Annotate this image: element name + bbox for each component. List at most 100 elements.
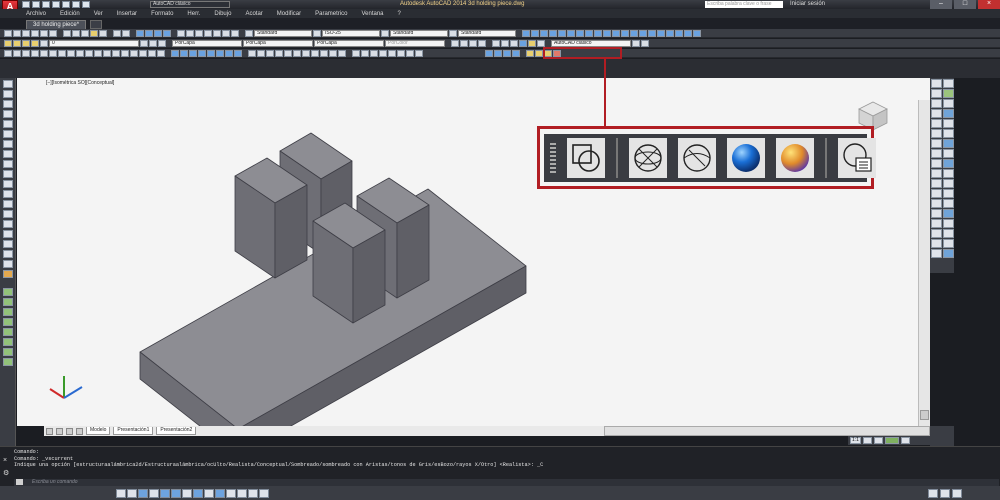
ortho-mode-icon[interactable]: [149, 488, 159, 498]
render-presets-icon[interactable]: [535, 49, 543, 57]
menu-formato[interactable]: Formato: [151, 11, 173, 17]
3d-wireframe-icon[interactable]: [629, 138, 667, 178]
loft-icon[interactable]: [630, 29, 638, 37]
offset-icon[interactable]: [2, 318, 13, 326]
sheet-set-icon[interactable]: [204, 29, 212, 37]
union-icon[interactable]: [639, 29, 647, 37]
zoom-window-icon[interactable]: [154, 29, 162, 37]
point-icon[interactable]: [2, 210, 13, 218]
revcloud-icon[interactable]: [2, 150, 13, 158]
mirror-icon[interactable]: [931, 89, 942, 98]
move3d-icon[interactable]: [666, 29, 674, 37]
workspace-settings-icon[interactable]: [632, 39, 640, 47]
cylinder-icon[interactable]: [549, 29, 557, 37]
save-icon[interactable]: [42, 1, 50, 8]
dim-arc-icon[interactable]: [931, 229, 942, 238]
new-icon[interactable]: [4, 29, 12, 37]
circle-icon[interactable]: [49, 49, 57, 57]
realistic-icon[interactable]: [727, 138, 765, 178]
spline-icon[interactable]: [2, 160, 13, 168]
fly-icon[interactable]: [225, 49, 233, 57]
rectangle-icon[interactable]: [31, 49, 39, 57]
menu-dibujo[interactable]: Dibujo: [214, 11, 231, 17]
align3d-icon[interactable]: [684, 29, 692, 37]
command-input[interactable]: Escriba un comando: [14, 479, 999, 486]
view-top-icon[interactable]: [248, 49, 256, 57]
add-selected-icon[interactable]: [2, 270, 13, 278]
insert-block-icon[interactable]: [2, 190, 13, 198]
mtext-icon[interactable]: [157, 49, 165, 57]
line-icon[interactable]: [2, 80, 13, 88]
dim-aligned-icon[interactable]: [943, 219, 954, 228]
arc-icon[interactable]: [2, 130, 13, 138]
selection-cycling-icon[interactable]: [259, 488, 269, 498]
ellipse-icon[interactable]: [76, 49, 84, 57]
maximize-icon[interactable]: □: [954, 0, 976, 9]
array-icon[interactable]: [2, 328, 13, 336]
offset-icon[interactable]: [943, 89, 954, 98]
menu-modificar[interactable]: Modificar: [277, 11, 301, 17]
adjust-distance-icon[interactable]: [198, 49, 206, 57]
revolve-icon[interactable]: [621, 29, 629, 37]
gradient-icon[interactable]: [130, 49, 138, 57]
osnap-endpoint-icon[interactable]: [931, 159, 942, 168]
osnap-nearest-icon[interactable]: [943, 199, 954, 208]
open-icon[interactable]: [32, 1, 40, 8]
view-back-icon[interactable]: [293, 49, 301, 57]
zoom-previous-icon[interactable]: [163, 29, 171, 37]
menu-archivo[interactable]: Archivo: [26, 11, 46, 17]
new-tab-button[interactable]: [90, 20, 103, 29]
cone-icon[interactable]: [558, 29, 566, 37]
rotate-icon[interactable]: [931, 109, 942, 118]
menu-ventana[interactable]: Ventana: [361, 11, 383, 17]
materials-icon[interactable]: [503, 49, 511, 57]
undo-icon[interactable]: [113, 29, 121, 37]
layer-bulb-icon[interactable]: [22, 39, 30, 47]
menu-insertar[interactable]: Insertar: [117, 11, 137, 17]
lights-icon[interactable]: [494, 49, 502, 57]
make-block-icon[interactable]: [2, 200, 13, 208]
auto-scale-icon[interactable]: [873, 437, 883, 444]
array3d-icon[interactable]: [693, 29, 701, 37]
polyline-icon[interactable]: [2, 100, 13, 108]
osnap-node-icon[interactable]: [931, 199, 942, 208]
calculator-icon[interactable]: [222, 29, 230, 37]
fillet-icon[interactable]: [931, 149, 942, 158]
save-as-icon[interactable]: [52, 1, 60, 8]
copy-icon[interactable]: [943, 79, 954, 88]
signin-button[interactable]: Iniciar sesión: [790, 0, 825, 9]
swivel-icon[interactable]: [207, 49, 215, 57]
new-icon[interactable]: [22, 1, 30, 8]
model-space-icon[interactable]: [928, 489, 938, 498]
chamfer-icon[interactable]: [943, 139, 954, 148]
explode-icon[interactable]: [943, 149, 954, 158]
cut-icon[interactable]: [63, 29, 71, 37]
quick-view-icon[interactable]: [940, 489, 950, 498]
ucs-world-icon[interactable]: [460, 39, 468, 47]
menu-help[interactable]: ?: [398, 11, 401, 17]
extrude-icon[interactable]: [594, 29, 602, 37]
polyline-icon[interactable]: [13, 49, 21, 57]
block-editor-icon[interactable]: [99, 29, 107, 37]
workspace-switch-icon[interactable]: [884, 437, 899, 444]
object-snap-icon[interactable]: [171, 488, 181, 498]
layer-lock-icon[interactable]: [40, 39, 48, 47]
prev-layout-icon[interactable]: [56, 427, 63, 435]
region-icon[interactable]: [139, 49, 147, 57]
first-layout-icon[interactable]: [46, 427, 53, 435]
array-icon[interactable]: [931, 99, 942, 108]
workspace-select[interactable]: AutoCAD clásico: [150, 1, 230, 8]
layer-select[interactable]: 0: [49, 39, 139, 47]
inquiry-area-icon[interactable]: [361, 49, 369, 57]
grid-display-icon[interactable]: [138, 488, 148, 498]
infer-constraints-icon[interactable]: [116, 488, 126, 498]
quick-select-icon[interactable]: [415, 49, 423, 57]
tab-modelo[interactable]: Modelo: [86, 427, 111, 435]
modeling-toolbar-icon[interactable]: [522, 29, 530, 37]
tab-presentacion2[interactable]: Presentación2: [156, 427, 197, 435]
preview-icon[interactable]: [40, 29, 48, 37]
inquiry-time-icon[interactable]: [397, 49, 405, 57]
region-icon[interactable]: [2, 240, 13, 248]
spline-icon[interactable]: [67, 49, 75, 57]
linetype-select[interactable]: PorCapa: [243, 39, 313, 47]
